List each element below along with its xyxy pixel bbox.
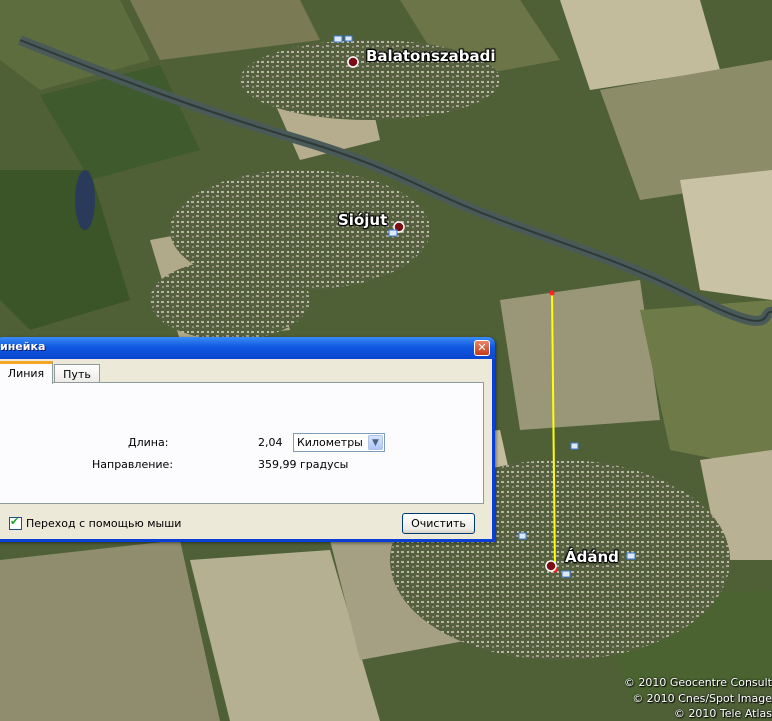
lake — [75, 170, 95, 230]
copyright-cnes: © 2010 Cnes/Spot Image — [632, 692, 772, 705]
mouse-nav-checkbox[interactable]: ✔ — [9, 515, 22, 530]
length-label: Длина: — [128, 436, 169, 449]
copyright-teleatlas: © 2010 Tele Atlas — [673, 707, 772, 720]
dialog-client: Линия Путь Длина: 2,04 Километры ▼ Напра… — [0, 359, 492, 539]
length-value: 2,04 — [258, 436, 283, 449]
place-label-balatonszabadi[interactable]: Balatonszabadi — [366, 47, 496, 65]
tab-line[interactable]: Линия — [0, 361, 53, 384]
unit-select[interactable]: Километры ▼ — [293, 433, 385, 452]
close-icon[interactable]: ✕ — [474, 340, 490, 356]
dialog-title: инейка — [0, 340, 46, 353]
unit-select-value: Километры — [297, 436, 363, 449]
place-label-adand[interactable]: Ádánd — [565, 548, 619, 566]
copyright-geocentre: © 2010 Geocentre Consult — [623, 676, 772, 689]
tab-path[interactable]: Путь — [54, 364, 100, 382]
dialog-titlebar[interactable]: инейка ✕ — [0, 337, 495, 359]
direction-label: Направление: — [92, 458, 174, 471]
ruler-dialog: инейка ✕ Линия Путь Длина: 2,04 Километр… — [0, 337, 495, 542]
chevron-down-icon[interactable]: ▼ — [368, 435, 383, 450]
measure-start-point[interactable] — [549, 290, 555, 296]
check-icon: ✔ — [10, 515, 20, 528]
direction-value: 359,99 градусы — [258, 458, 349, 471]
mouse-nav-label[interactable]: Переход с помощью мыши — [26, 517, 181, 530]
tab-panel: Длина: 2,04 Километры ▼ Направление: 359… — [0, 382, 484, 504]
place-label-siojut[interactable]: Siójut — [338, 211, 387, 229]
clear-button[interactable]: Очистить — [402, 513, 475, 534]
